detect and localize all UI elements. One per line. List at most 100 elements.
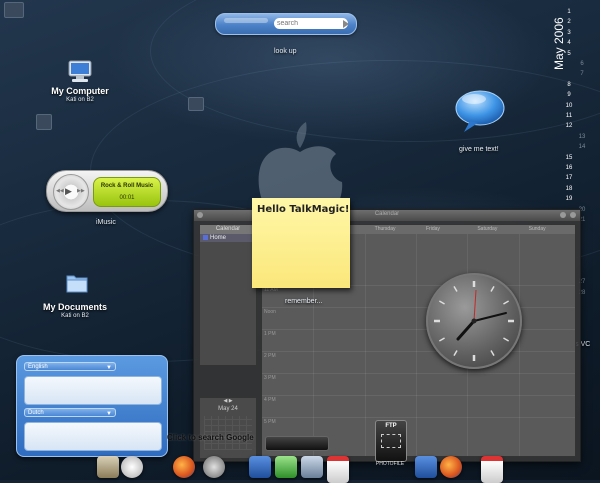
my-documents-label: My Documents	[42, 302, 107, 312]
imusic-track-time: 00:01	[119, 195, 135, 201]
translator-widget: English ▼ Dutch ▼	[16, 355, 168, 457]
dock-search-icon[interactable]	[203, 456, 225, 478]
calendar-column-divider	[364, 234, 366, 456]
date-day-item[interactable]: 18	[563, 186, 575, 192]
date-day-item[interactable]: 12	[563, 123, 575, 129]
dock-calendar-icon[interactable]	[327, 456, 349, 483]
analog-clock	[426, 273, 522, 369]
mini-month-title: May 24	[218, 406, 238, 412]
faint-desktop-icon[interactable]	[4, 2, 24, 18]
date-day-item[interactable]: 15	[563, 155, 575, 161]
calendar-window-button[interactable]	[560, 212, 566, 218]
play-pause-icon[interactable]: ▶	[65, 186, 72, 197]
dock-app-icon[interactable]	[301, 456, 323, 478]
calendar-column-divider	[416, 234, 417, 456]
dock-calendar-icon[interactable]	[481, 456, 503, 483]
calendar-sidebar: Calendar Home	[199, 224, 257, 366]
calendar-hour-label: 1 PM	[264, 331, 276, 337]
search-widget-caption: look up	[274, 48, 297, 55]
clock-center	[471, 318, 477, 324]
date-day-item[interactable]: 16	[563, 165, 575, 171]
target-language-value: Dutch	[28, 410, 44, 416]
clock-minute-hand	[473, 312, 507, 322]
date-day-item[interactable]: 9	[563, 92, 575, 98]
source-text-area[interactable]	[24, 376, 162, 405]
calendar-list-item[interactable]: Home	[200, 234, 256, 242]
search-widget	[215, 13, 357, 35]
folder-icon	[66, 275, 88, 293]
sticky-note-text[interactable]: Hello TalkMagic!	[257, 204, 350, 215]
date-day-item[interactable]: 17	[563, 175, 575, 181]
imusic-display: Rock & Roll Music 00:01	[93, 177, 161, 207]
google-search-input[interactable]	[265, 436, 329, 451]
faint-desktop-icon[interactable]	[188, 97, 204, 111]
date-day-item[interactable]: 14	[576, 144, 588, 150]
calendar-mini-month: ◀ ▶ May 24	[199, 397, 257, 459]
date-day-item[interactable]: 11	[563, 113, 575, 119]
computer-icon	[68, 60, 92, 82]
mini-month-nav[interactable]: ◀ ▶	[200, 398, 256, 405]
date-day-item[interactable]: 4	[563, 40, 575, 46]
faint-desktop-icon[interactable]	[36, 114, 52, 130]
search-go-icon[interactable]	[343, 20, 349, 28]
calendar-hour-line	[262, 351, 575, 352]
clock-tick	[490, 285, 495, 292]
calendar-window-button[interactable]	[570, 212, 576, 218]
dock-notes-icon[interactable]	[97, 456, 119, 478]
date-day-item[interactable]: 7	[576, 71, 588, 77]
calendar-day-header: Saturday	[477, 226, 498, 232]
imusic-widget: ▶ ◀◀ ▶▶ Rock & Roll Music 00:01	[46, 170, 168, 212]
calendar-hour-label: 5 PM	[264, 419, 276, 425]
chevron-down-icon: ▼	[106, 411, 112, 417]
calendar-hour-line	[262, 307, 575, 308]
my-computer-label: My Computer	[51, 86, 109, 96]
calendar-hour-line	[262, 417, 575, 418]
imusic-click-wheel[interactable]: ▶ ◀◀ ▶▶	[53, 174, 89, 210]
ftp-widget-title: FTP	[385, 423, 397, 429]
search-input[interactable]	[274, 18, 348, 29]
google-search-hint: Click to search Google	[167, 433, 254, 442]
date-day-item[interactable]: 5	[563, 51, 575, 57]
date-day-item[interactable]: 1	[563, 9, 575, 15]
dock	[95, 452, 515, 483]
clock-tick	[503, 337, 510, 342]
dock-word-icon[interactable]	[415, 456, 437, 478]
imusic-track-title: Rock & Roll Music	[100, 183, 154, 189]
date-day-item[interactable]: 8	[563, 82, 575, 88]
previous-track-icon[interactable]: ◀◀	[56, 188, 64, 194]
date-day-item[interactable]: 6	[576, 61, 588, 67]
calendar-list-item-label: Home	[210, 235, 227, 241]
date-day-item[interactable]: 13	[576, 134, 588, 140]
date-day-item[interactable]: 10	[563, 103, 575, 109]
date-day-item[interactable]: 2	[563, 19, 575, 25]
ftp-transfer-icon	[381, 434, 401, 448]
search-widget-highlight	[224, 18, 268, 23]
clock-tick	[438, 300, 445, 305]
speech-bubble-icon[interactable]	[454, 90, 506, 132]
source-language-value: English	[28, 364, 48, 370]
next-track-icon[interactable]: ▶▶	[77, 188, 85, 194]
calendar-day-header: Thursday	[374, 226, 396, 232]
translated-text-area[interactable]	[24, 422, 162, 451]
clock-hour-hand	[456, 319, 476, 341]
clock-face	[434, 281, 514, 361]
calendar-hour-label: 3 PM	[264, 375, 276, 381]
dock-clock-icon[interactable]	[121, 456, 143, 478]
date-day-item[interactable]: 3	[563, 30, 575, 36]
chevron-down-icon: ▼	[106, 365, 112, 371]
clock-second-hand	[473, 289, 477, 322]
calendar-sidebar-header: Calendar	[200, 225, 256, 234]
target-language-select[interactable]: Dutch ▼	[24, 408, 116, 417]
dock-firefox-icon[interactable]	[173, 456, 195, 478]
calendar-day-header: Friday	[426, 226, 440, 232]
clock-tick	[453, 350, 458, 357]
dock-firefox-icon[interactable]	[440, 456, 462, 478]
source-language-select[interactable]: English ▼	[24, 362, 116, 371]
date-day-item[interactable]: 19	[563, 196, 575, 202]
speech-widget-caption: give me text!	[459, 146, 499, 153]
sticky-note[interactable]: Hello TalkMagic!	[252, 198, 350, 288]
my-computer-sublabel: Kati on B2	[66, 97, 94, 103]
dock-itunes-icon[interactable]	[275, 456, 297, 478]
dock-word-icon[interactable]	[249, 456, 271, 478]
sticky-note-caption: remember...	[285, 298, 323, 305]
